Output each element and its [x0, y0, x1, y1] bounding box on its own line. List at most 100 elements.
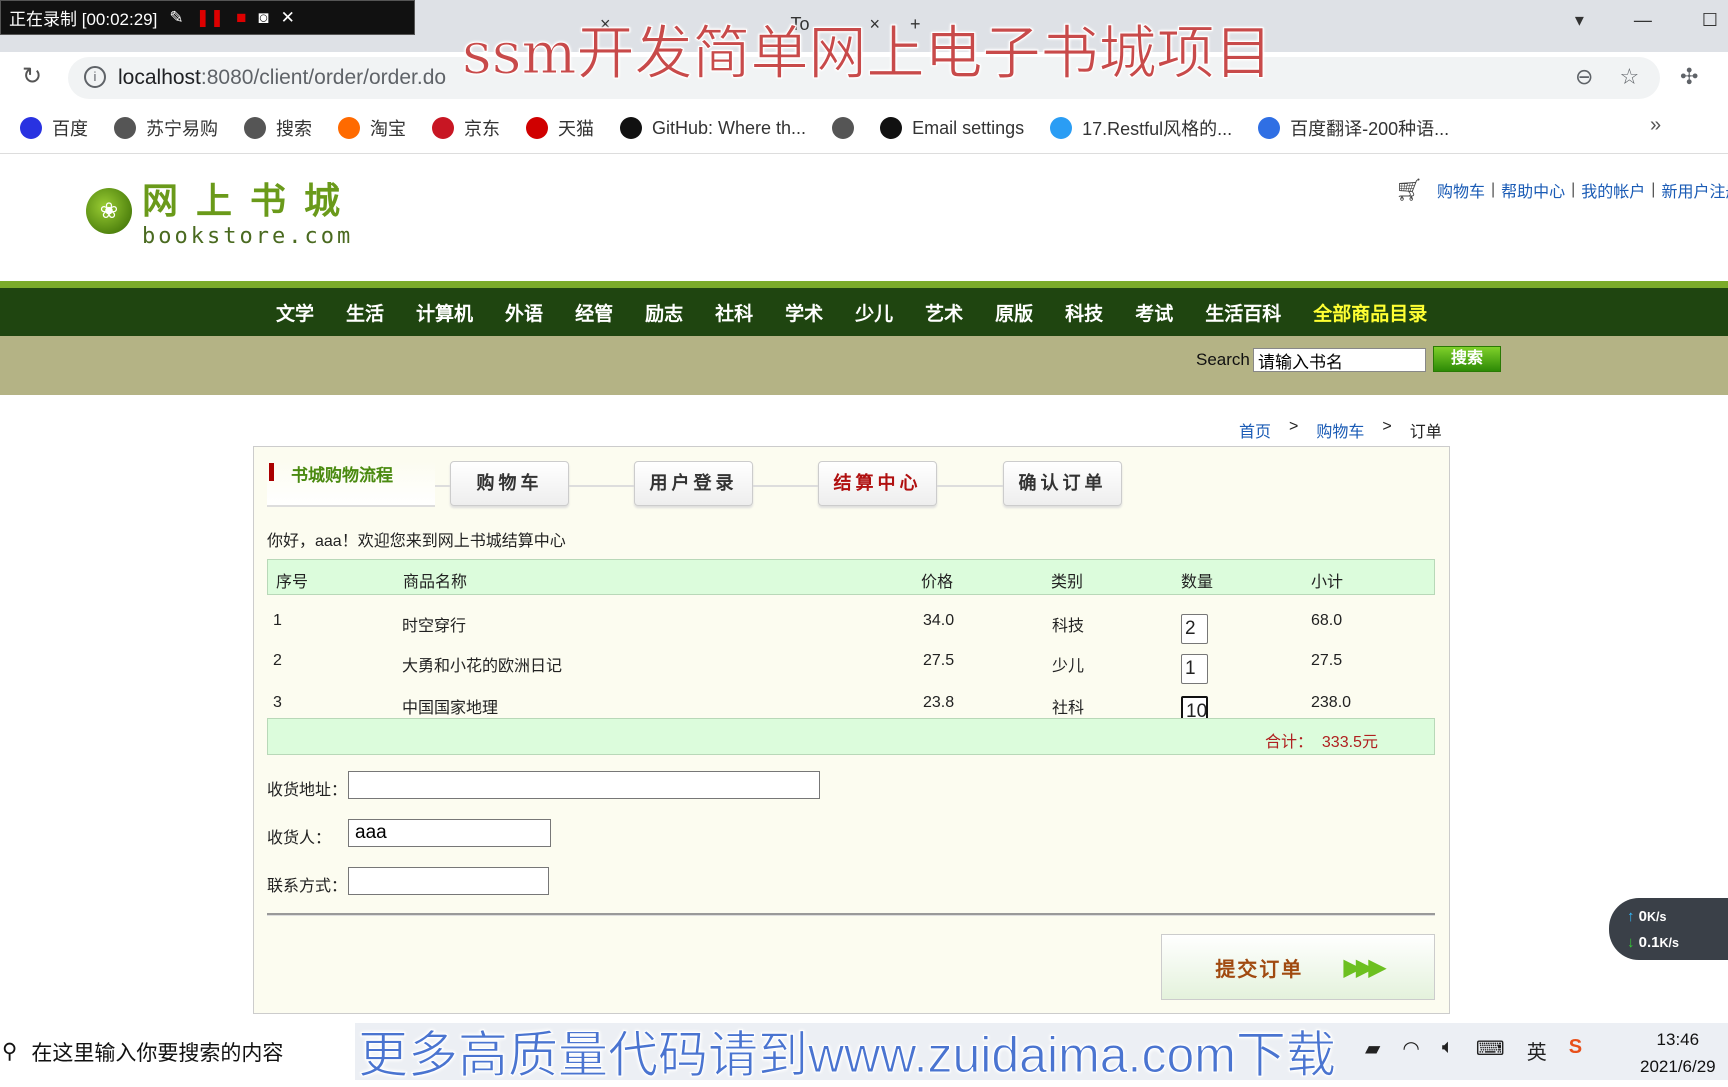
breadcrumb-sep: >: [1382, 418, 1392, 435]
camera-icon[interactable]: ◙: [258, 8, 268, 28]
pause-icon[interactable]: ❚❚: [196, 8, 225, 28]
nav-item[interactable]: 考试: [1135, 299, 1173, 326]
nav-item[interactable]: 计算机: [416, 299, 473, 326]
url-text[interactable]: localhost:8080/client/order/order.do: [118, 66, 446, 90]
logo-text-en: bookstore.com: [142, 224, 354, 249]
search-input[interactable]: [1253, 348, 1426, 372]
col-category: 类别: [1051, 574, 1084, 591]
watermark-footer: 更多高质量代码请到www.zuidaima.com下载: [358, 1027, 1337, 1084]
step-checkout[interactable]: 结算中心: [818, 461, 937, 506]
bookmark-item[interactable]: 17.Restful风格的...: [1050, 115, 1232, 141]
bookmark-item[interactable]: 淘宝: [338, 115, 406, 141]
nav-item[interactable]: 社科: [715, 299, 753, 326]
receiver-input[interactable]: [348, 819, 551, 847]
minimize-button[interactable]: —: [1634, 10, 1652, 31]
step-confirm[interactable]: 确认订单: [1003, 461, 1122, 506]
step-cart[interactable]: 购物车: [450, 461, 569, 506]
sogou-icon[interactable]: S: [1569, 1036, 1582, 1065]
nav-stripe: [0, 281, 1728, 288]
quantity-input[interactable]: 2: [1181, 614, 1208, 644]
battery-icon[interactable]: ▰: [1365, 1036, 1380, 1065]
bookmark-item[interactable]: 百度: [20, 115, 88, 141]
nav-item[interactable]: 经管: [575, 299, 613, 326]
ime-indicator[interactable]: 英: [1527, 1036, 1547, 1065]
profile-dropdown-icon[interactable]: ▾: [1575, 10, 1584, 31]
tmall-icon: [526, 117, 548, 139]
bookmark-item[interactable]: GitHub: Where th...: [620, 117, 806, 139]
globe-icon: [244, 117, 266, 139]
bookmark-item[interactable]: 天猫: [526, 115, 594, 141]
row-price: 34.0: [923, 612, 955, 629]
info-icon[interactable]: i: [84, 66, 106, 88]
bookmarks-more[interactable]: »: [1650, 114, 1661, 137]
reload-icon[interactable]: ↻: [22, 62, 42, 91]
arrow-icon: ▶▶▶: [1343, 953, 1386, 981]
clock[interactable]: 13:46 2021/6/29: [1640, 1026, 1716, 1080]
divider: |: [1571, 181, 1576, 198]
bookmark-star-icon[interactable]: ☆: [1619, 64, 1639, 90]
link-register[interactable]: 新用户注册: [1661, 178, 1728, 202]
window-controls: ▾ — ☐: [1575, 10, 1718, 31]
divider: [267, 913, 1435, 916]
nav-item[interactable]: 科技: [1065, 299, 1103, 326]
divider: |: [1651, 181, 1656, 198]
submit-order-button[interactable]: 提交订单 ▶▶▶: [1161, 934, 1435, 1000]
link-account[interactable]: 我的帐户: [1581, 178, 1645, 202]
extension-icons: ✣: [1680, 64, 1698, 90]
address-input[interactable]: [348, 771, 820, 799]
total-label: 合计：: [1265, 734, 1314, 751]
nav-item[interactable]: 励志: [645, 299, 683, 326]
recording-status: 正在录制 [00:02:29]: [9, 10, 158, 29]
watermark-title: ssm开发简单网上电子书城项目: [462, 19, 1274, 88]
quantity-input[interactable]: 1: [1181, 654, 1208, 684]
row-no: 2: [273, 652, 282, 669]
row-subtotal: 238.0: [1311, 694, 1352, 711]
close-icon[interactable]: ✕: [281, 8, 295, 28]
row-subtotal: 27.5: [1311, 652, 1343, 669]
nav-item[interactable]: 外语: [505, 299, 543, 326]
nav-item[interactable]: 生活百科: [1205, 299, 1281, 326]
maximize-button[interactable]: ☐: [1702, 10, 1718, 31]
bookmark-label: GitHub: Where th...: [652, 117, 807, 138]
nav-item[interactable]: 学术: [785, 299, 823, 326]
logo-text-cn: 网上书城: [142, 180, 359, 222]
zoom-icon[interactable]: ⊖: [1575, 64, 1593, 90]
bookmark-item[interactable]: 搜索: [244, 115, 312, 141]
bookmark-item[interactable]: 百度翻译-200种语...: [1258, 115, 1449, 141]
url-host: localhost: [118, 66, 201, 89]
site-logo[interactable]: ❀ 网上书城 bookstore.com: [86, 172, 358, 249]
nav-item[interactable]: 艺术: [925, 299, 963, 326]
stop-icon[interactable]: ■: [236, 8, 246, 28]
link-help[interactable]: 帮助中心: [1501, 178, 1565, 202]
taskbar-search[interactable]: ⚲ 在这里输入你要搜索的内容: [0, 1023, 355, 1080]
nav-item[interactable]: 全部商品目录: [1313, 299, 1427, 326]
breadcrumb-home[interactable]: 首页: [1239, 418, 1271, 442]
wifi-icon[interactable]: ◠: [1402, 1036, 1419, 1065]
category-nav: 文学 生活 计算机 外语 经管 励志 社科 学术 少儿 艺术 原版 科技 考试 生活百科 全部商品目录: [0, 288, 1728, 336]
breadcrumb-cart[interactable]: 购物车: [1316, 418, 1364, 442]
bookmark-item[interactable]: Email settings: [880, 117, 1024, 139]
nav-item[interactable]: 原版: [995, 299, 1033, 326]
bookmark-item[interactable]: [832, 117, 855, 139]
nav-item[interactable]: 文学: [276, 299, 314, 326]
nav-item[interactable]: 生活: [346, 299, 384, 326]
keyboard-icon[interactable]: ⌨: [1476, 1036, 1505, 1065]
link-cart[interactable]: 购物车: [1437, 178, 1485, 202]
volume-icon[interactable]: 🔈︎: [1442, 1036, 1454, 1065]
search-button[interactable]: 搜索: [1433, 346, 1501, 372]
step-login[interactable]: 用户登录: [634, 461, 753, 506]
col-price: 价格: [921, 574, 954, 591]
col-subtotal: 小计: [1311, 574, 1344, 591]
bookmark-item[interactable]: 苏宁易购: [114, 115, 218, 141]
search-icon: ⚲: [2, 1040, 18, 1063]
bookmark-item[interactable]: 京东: [432, 115, 500, 141]
taobao-icon: [338, 117, 360, 139]
nav-item[interactable]: 少儿: [855, 299, 893, 326]
top-links: 🛒︎ 购物车 | 帮助中心 | 我的帐户 | 新用户注册: [1395, 177, 1728, 203]
breadcrumb-current: 订单: [1409, 424, 1442, 441]
jd-icon: [432, 117, 454, 139]
phone-input[interactable]: [348, 867, 549, 895]
puzzle-icon[interactable]: ✣: [1680, 64, 1698, 90]
row-price: 23.8: [923, 694, 955, 711]
pen-icon[interactable]: ✎: [169, 8, 183, 28]
